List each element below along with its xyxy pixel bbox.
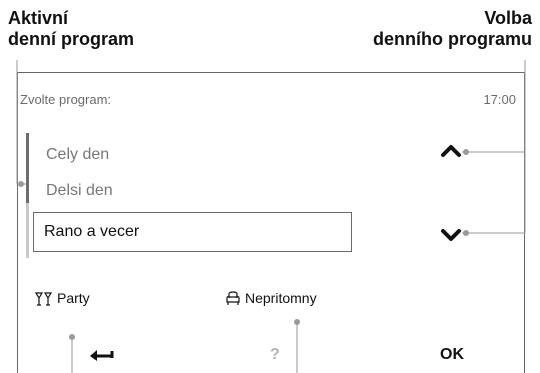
program-choice-callout-line2: denního programu: [373, 29, 532, 49]
clock: 17:00: [483, 92, 516, 107]
scroll-up-button[interactable]: [440, 144, 462, 163]
cocktail-glasses-icon: [34, 292, 53, 306]
absent-softkey[interactable]: Nepritomny: [225, 290, 317, 307]
program-item-cely-den[interactable]: Cely den: [46, 146, 109, 164]
chevron-down-icon: [441, 229, 461, 241]
party-label: Party: [57, 290, 90, 306]
scrollbar-thumb[interactable]: [26, 133, 29, 203]
back-button[interactable]: [88, 347, 114, 368]
active-program-callout-line1: Aktivní: [8, 8, 69, 28]
back-arrow-icon: [90, 350, 114, 361]
scroll-down-button[interactable]: [440, 228, 462, 247]
active-program-callout-line2: denní program: [8, 29, 135, 49]
screen-title: Zvolte program:: [20, 92, 112, 107]
chevron-up-icon: [441, 145, 461, 157]
armchair-icon: [226, 291, 240, 306]
help-button[interactable]: ?: [270, 346, 280, 364]
program-item-selected[interactable]: Rano a vecer: [33, 212, 352, 252]
program-choice-callout: Volba denního programu: [373, 8, 532, 50]
program-item-selected-label: Rano a vecer: [44, 223, 140, 240]
active-program-callout: Aktivní denní program: [8, 8, 134, 50]
ok-button[interactable]: OK: [440, 346, 464, 364]
absent-label: Nepritomny: [245, 290, 317, 306]
program-item-delsi-den[interactable]: Delsi den: [46, 182, 113, 200]
party-softkey[interactable]: Party: [34, 290, 90, 306]
program-choice-callout-line1: Volba: [484, 8, 532, 28]
